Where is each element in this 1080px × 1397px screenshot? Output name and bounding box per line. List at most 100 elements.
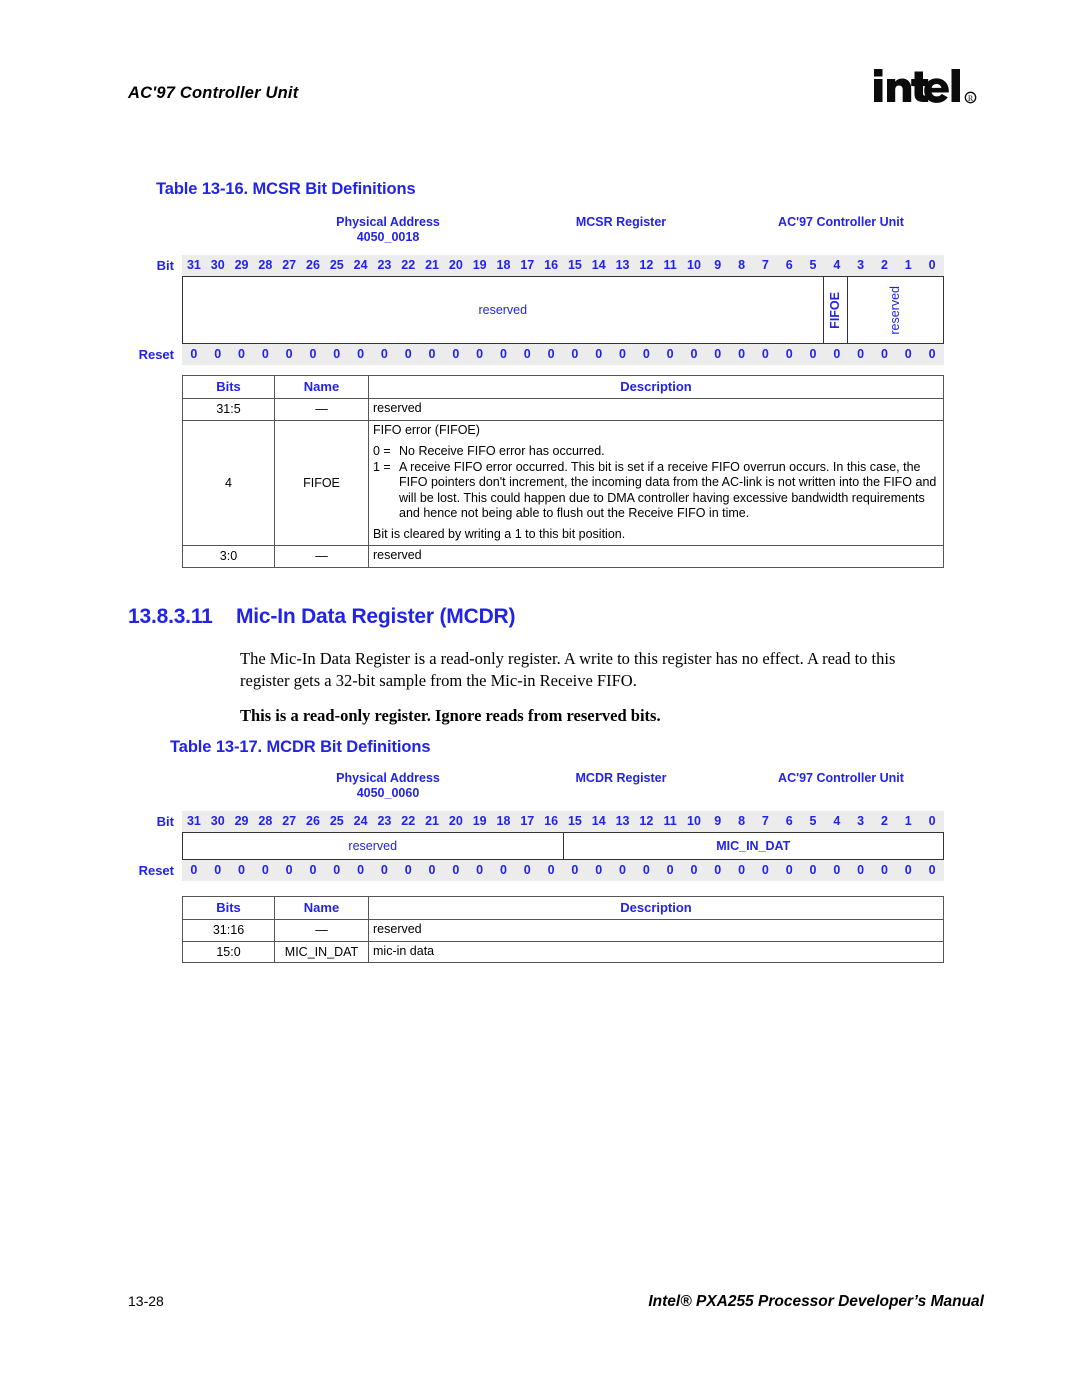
bit-definition-table-mcdr: Bits Name Description 31:16 — reserved 1…: [182, 896, 944, 963]
bit-number: 20: [448, 258, 463, 272]
bit-number: 4: [833, 258, 841, 272]
column-header-description: Description: [368, 896, 944, 920]
reset-value: 0: [214, 347, 222, 361]
reset-row-label: Reset: [138, 347, 174, 362]
bit-number: 26: [306, 814, 320, 828]
bit-number: 12: [639, 258, 654, 272]
bit-number: 21: [425, 258, 439, 272]
register-diagram-mcsr-labels: Physical Address 4050_0018 MCSR Register…: [136, 215, 944, 255]
bit-number: 27: [282, 258, 297, 272]
bit-number: 28: [258, 258, 273, 272]
description-line: reserved: [373, 401, 422, 415]
reset-value: 0: [595, 863, 603, 877]
reset-value: 0: [571, 863, 579, 877]
bit-number: 24: [353, 814, 368, 828]
reset-value: 0: [928, 347, 936, 361]
reset-value: 0: [523, 863, 531, 877]
reset-value: 0: [238, 863, 245, 877]
column-header-bits: Bits: [182, 896, 275, 920]
reset-value: 0: [857, 863, 865, 877]
reset-value: 0: [333, 863, 341, 877]
bit-number-row-mcsr: Bit 31 30 29 28 27 26 25 24 23 22 21 20 …: [136, 255, 944, 276]
physical-address-label: Physical Address: [336, 215, 440, 229]
bit-number: 22: [401, 258, 416, 272]
bit-value-key: 1 =: [373, 459, 391, 474]
field-label: reserved: [348, 839, 398, 853]
reset-value: 0: [738, 347, 746, 361]
physical-address-label: Physical Address: [336, 771, 440, 785]
reset-value: 0: [380, 347, 388, 361]
reset-value-cells: 0 0 0 0 0 0 0 0 0 0 0 0 0 0 0 0 0 0 0 0: [182, 860, 944, 881]
field-reserved: reserved: [183, 833, 564, 859]
field-label: reserved: [888, 285, 903, 335]
cell-bits: 3:0: [182, 545, 275, 568]
reset-value: 0: [761, 347, 769, 361]
field-reserved-high: reserved: [183, 277, 824, 343]
bit-number: 14: [591, 814, 606, 828]
register-diagram-mcsr: Physical Address 4050_0018 MCSR Register…: [136, 215, 944, 365]
reset-value: 0: [666, 347, 674, 361]
reset-value: 0: [714, 347, 722, 361]
table-row: 3:0 — reserved: [182, 545, 944, 568]
physical-address-value: 4050_0060: [356, 786, 420, 800]
cell-name: MIC_IN_DAT: [274, 940, 369, 963]
bit-number: 2: [880, 258, 888, 272]
reset-value: 0: [285, 347, 293, 361]
bit-number: 24: [353, 258, 368, 272]
bit-number: 16: [544, 814, 559, 828]
description-line: reserved: [373, 548, 422, 562]
table-row: 31:5 — reserved: [182, 398, 944, 421]
field-reserved-low: reserved: [848, 277, 943, 343]
cell-description: FIFO error (FIFOE) 0 = No Receive FIFO e…: [368, 419, 944, 546]
bit-number: 9: [714, 258, 722, 272]
bit-number: 28: [258, 814, 273, 828]
bit-number: 6: [785, 258, 793, 272]
intel-logo: R: [872, 66, 984, 112]
bit-number: 18: [496, 258, 511, 272]
reset-value: 0: [499, 863, 507, 877]
reset-value: 0: [476, 347, 484, 361]
reset-value: 0: [190, 863, 198, 877]
table-header-row: Bits Name Description: [182, 896, 944, 920]
cell-description: reserved: [368, 545, 944, 568]
reset-value: 0: [690, 863, 698, 877]
reset-value: 0: [380, 863, 388, 877]
bit-value-key: 0 =: [373, 444, 391, 458]
bit-number: 17: [520, 814, 535, 828]
section-number: 13.8.3.11: [128, 605, 213, 628]
bit-number: 10: [687, 814, 701, 828]
bit-number: 26: [306, 258, 320, 272]
register-diagram-mcdr-labels: Physical Address 4050_0060 MCDR Register…: [136, 771, 944, 811]
reset-value: 0: [261, 347, 269, 361]
reset-value: 0: [666, 863, 674, 877]
bit-number: 17: [520, 258, 535, 272]
cell-description: reserved: [368, 919, 944, 942]
bit-number: 2: [880, 814, 888, 828]
bit-number: 7: [761, 258, 769, 272]
reset-value: 0: [619, 863, 626, 877]
reset-value: 0: [238, 347, 245, 361]
reset-value: 0: [499, 347, 507, 361]
bit-number: 29: [234, 258, 249, 272]
bit-number: 23: [377, 814, 392, 828]
reset-value: 0: [452, 863, 460, 877]
bit-number: 15: [567, 814, 582, 828]
bit-number: 4: [833, 814, 841, 828]
reset-value: 0: [785, 863, 793, 877]
column-header-name: Name: [274, 896, 369, 920]
reset-value: 0: [428, 863, 436, 877]
section-title: Mic-In Data Register (MCDR): [236, 605, 516, 628]
reset-value: 0: [214, 863, 222, 877]
bit-number-cells: 31 30 29 28 27 26 25 24 23 22 21 20 19 1…: [182, 255, 944, 276]
reset-value: 0: [357, 863, 365, 877]
bit-number: 1: [904, 258, 912, 272]
field-row-mcsr: reserved FIFOE reserved: [136, 276, 944, 344]
bit-number: 30: [210, 258, 225, 272]
footer-page-number: 13-28: [128, 1293, 164, 1309]
field-label: MIC_IN_DAT: [716, 839, 791, 853]
reset-value: 0: [357, 347, 365, 361]
description-line: FIFO error (FIFOE): [373, 422, 480, 437]
register-diagram-mcdr: Physical Address 4050_0060 MCDR Register…: [136, 771, 944, 881]
field-mic-in-dat: MIC_IN_DAT: [564, 833, 944, 859]
reset-value: 0: [880, 863, 888, 877]
